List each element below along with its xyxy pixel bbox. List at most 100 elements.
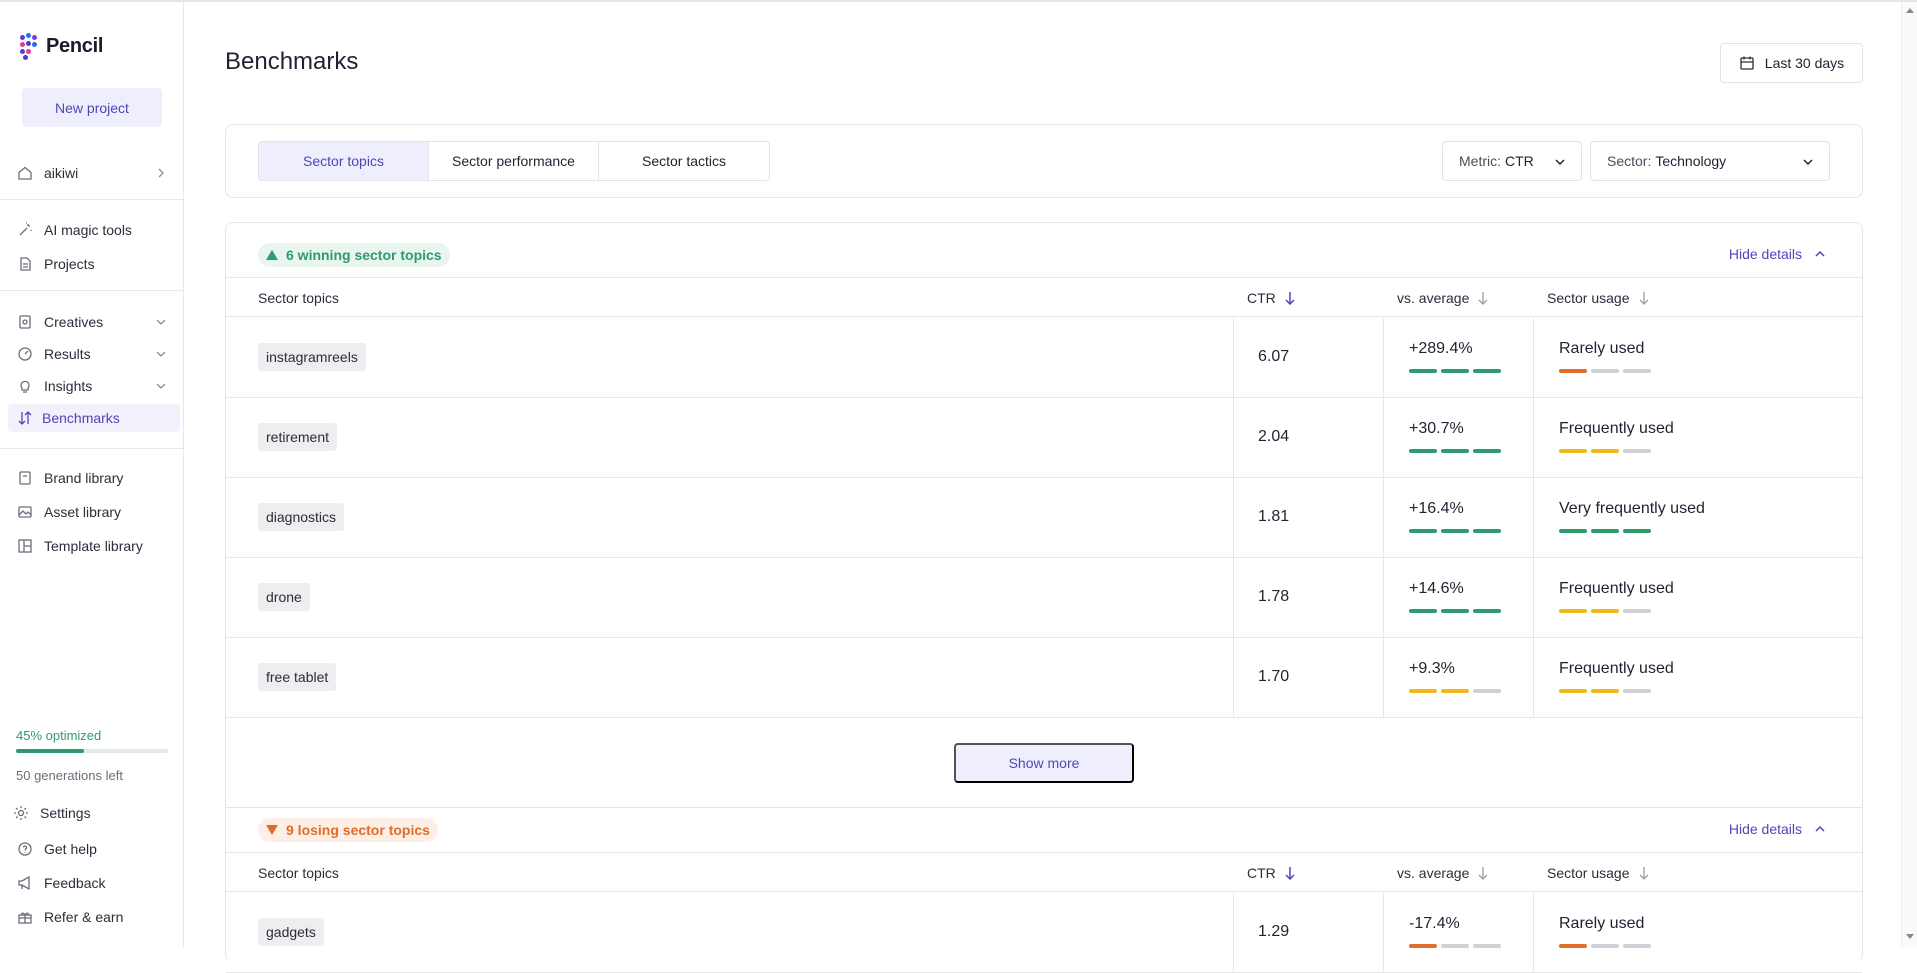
vs-average-value: +14.6% bbox=[1409, 580, 1464, 597]
topic-tag[interactable]: free tablet bbox=[258, 663, 337, 691]
tab-sector-performance[interactable]: Sector performance bbox=[429, 142, 599, 180]
sidebar-item-label: Template library bbox=[44, 538, 143, 554]
layout-icon bbox=[16, 537, 34, 555]
chevron-down-icon bbox=[156, 319, 166, 325]
show-more-button[interactable]: Show more bbox=[954, 743, 1134, 783]
column-header-topic[interactable]: Sector topics bbox=[258, 853, 339, 893]
sector-usage-indicator bbox=[1559, 689, 1651, 693]
winning-topics-badge: 6 winning sector topics bbox=[258, 243, 450, 267]
indicator-segment bbox=[1473, 944, 1501, 948]
sidebar-item-ai-magic-tools[interactable]: AI magic tools bbox=[8, 216, 180, 244]
indicator-segment bbox=[1473, 529, 1501, 533]
table-row[interactable]: instagramreels 6.07 +289.4% Rarely used bbox=[226, 318, 1862, 398]
sidebar-item-results[interactable]: Results bbox=[8, 340, 180, 368]
topic-tag[interactable]: retirement bbox=[258, 423, 338, 451]
home-icon bbox=[16, 164, 34, 182]
column-separator bbox=[1533, 478, 1534, 558]
date-range-button[interactable]: Last 30 days bbox=[1720, 43, 1863, 83]
indicator-segment bbox=[1559, 609, 1587, 613]
metric-select[interactable]: Metric: CTR bbox=[1442, 141, 1582, 181]
indicator-segment bbox=[1591, 609, 1619, 613]
indicator-segment bbox=[1409, 944, 1437, 948]
gift-icon bbox=[16, 908, 34, 926]
hide-details-losing[interactable]: Hide details bbox=[1729, 821, 1826, 837]
indicator-segment bbox=[1591, 689, 1619, 693]
optimization-label: 45% optimized bbox=[16, 728, 102, 743]
image-icon bbox=[16, 503, 34, 521]
table-row[interactable]: drone 1.78 +14.6% Frequently used bbox=[226, 558, 1862, 638]
sidebar-item-brand-library[interactable]: Brand library bbox=[8, 464, 180, 492]
sidebar-item-feedback[interactable]: Feedback bbox=[8, 869, 180, 897]
winning-topics-count: 6 winning sector topics bbox=[286, 247, 442, 263]
column-header-vs[interactable]: vs. average bbox=[1397, 853, 1489, 893]
column-header-vs-label: vs. average bbox=[1397, 865, 1470, 881]
sidebar-item-projects[interactable]: Projects bbox=[8, 250, 180, 278]
arrow-down-icon bbox=[1478, 867, 1488, 880]
sidebar-item-asset-library[interactable]: Asset library bbox=[8, 498, 180, 526]
sidebar-item-template-library[interactable]: Template library bbox=[8, 532, 180, 560]
scroll-down-arrow-icon[interactable] bbox=[1906, 934, 1914, 939]
column-header-usage-label: Sector usage bbox=[1547, 865, 1630, 881]
sidebar-item-get-help[interactable]: Get help bbox=[8, 835, 180, 863]
page-scrollbar[interactable] bbox=[1901, 2, 1917, 947]
column-header-topic[interactable]: Sector topics bbox=[258, 278, 339, 318]
chevron-down-icon bbox=[156, 383, 166, 389]
indicator-segment bbox=[1591, 529, 1619, 533]
ctr-value: 1.81 bbox=[1258, 508, 1290, 525]
losing-topics-badge: 9 losing sector topics bbox=[258, 818, 438, 842]
indicator-segment bbox=[1441, 369, 1469, 373]
document-icon bbox=[16, 255, 34, 273]
topic-tag[interactable]: instagramreels bbox=[258, 343, 366, 371]
hide-details-label: Hide details bbox=[1728, 821, 1802, 837]
table-row[interactable]: free tablet 1.70 +9.3% Frequently used bbox=[226, 638, 1862, 718]
column-header-ctr[interactable]: CTR bbox=[1247, 278, 1296, 318]
arrow-down-icon bbox=[1285, 292, 1295, 305]
indicator-segment bbox=[1623, 609, 1651, 613]
vs-average-value: -17.4% bbox=[1409, 915, 1460, 932]
tab-sector-topics[interactable]: Sector topics bbox=[259, 142, 429, 180]
magic-wand-icon bbox=[16, 221, 34, 239]
lightbulb-icon bbox=[16, 377, 34, 395]
column-separator bbox=[1383, 558, 1384, 638]
table-row[interactable]: retirement 2.04 +30.7% Frequently used bbox=[226, 398, 1862, 478]
workspace-switcher[interactable]: aikiwi bbox=[8, 159, 180, 187]
table-row[interactable]: diagnostics 1.81 +16.4% Very frequently use… bbox=[226, 478, 1862, 558]
ctr-value: 1.29 bbox=[1258, 923, 1290, 940]
gauge-icon bbox=[16, 345, 34, 363]
column-header-usage[interactable]: Sector usage bbox=[1547, 278, 1650, 318]
vs-average-value: +289.4% bbox=[1409, 340, 1473, 357]
indicator-segment bbox=[1409, 689, 1437, 693]
sector-select[interactable]: Sector: Technology bbox=[1590, 141, 1830, 181]
sidebar-item-settings[interactable]: Settings bbox=[8, 799, 180, 827]
indicator-segment bbox=[1591, 944, 1619, 948]
table-row[interactable]: gadgets 1.29 -17.4% Rarely used bbox=[226, 893, 1862, 973]
column-header-ctr[interactable]: CTR bbox=[1247, 853, 1296, 893]
sidebar-item-creatives[interactable]: Creatives bbox=[8, 308, 180, 336]
column-separator bbox=[1533, 893, 1534, 973]
sidebar-divider bbox=[0, 199, 183, 200]
vs-average-indicator bbox=[1409, 529, 1501, 533]
top-border bbox=[0, 0, 1917, 2]
app-logo[interactable]: Pencil bbox=[20, 33, 103, 60]
topic-tag[interactable]: diagnostics bbox=[258, 503, 345, 531]
topic-tag[interactable]: gadgets bbox=[258, 918, 324, 946]
hide-details-winning[interactable]: Hide details bbox=[1729, 246, 1826, 262]
sidebar-item-refer-earn[interactable]: Refer & earn bbox=[8, 903, 180, 931]
sector-tabs: Sector topics Sector performance Sector … bbox=[258, 141, 770, 181]
topic-tag[interactable]: drone bbox=[258, 583, 310, 611]
column-header-vs[interactable]: vs. average bbox=[1397, 278, 1489, 318]
indicator-segment bbox=[1409, 369, 1437, 373]
topics-results-card: 6 winning sector topics Hide details Sec… bbox=[225, 222, 1863, 973]
triangle-down-icon bbox=[266, 825, 278, 835]
sidebar-item-label: Asset library bbox=[44, 504, 122, 520]
sidebar-item-benchmarks[interactable]: Benchmarks bbox=[8, 404, 180, 432]
column-header-usage[interactable]: Sector usage bbox=[1547, 853, 1650, 893]
scroll-up-arrow-icon[interactable] bbox=[1906, 8, 1914, 13]
tab-sector-tactics[interactable]: Sector tactics bbox=[599, 142, 769, 180]
new-project-button[interactable]: New project bbox=[22, 88, 162, 127]
indicator-segment bbox=[1473, 369, 1501, 373]
indicator-segment bbox=[1441, 944, 1469, 948]
indicator-segment bbox=[1441, 689, 1469, 693]
hide-details-label: Hide details bbox=[1728, 246, 1802, 262]
sidebar-item-insights[interactable]: Insights bbox=[8, 372, 180, 400]
